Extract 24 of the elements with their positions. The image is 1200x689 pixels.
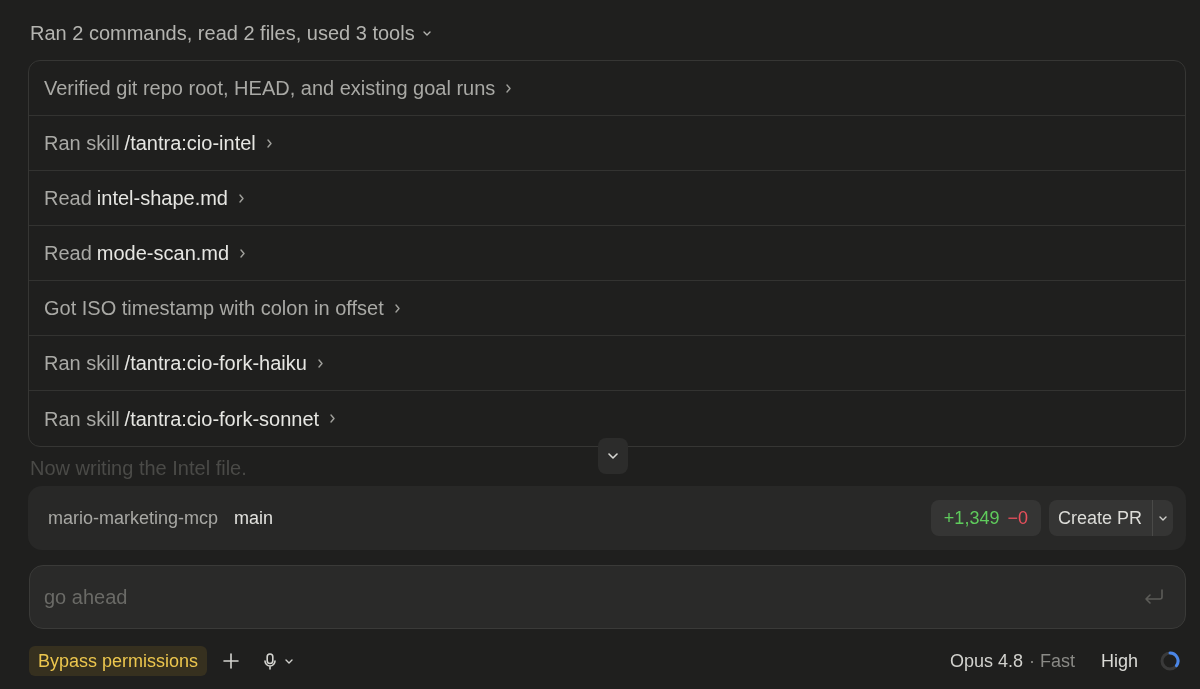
model-name[interactable]: Opus 4.8 <box>949 647 1023 675</box>
plus-icon[interactable] <box>223 653 240 669</box>
speed-mode: · Fast <box>1028 649 1075 673</box>
step-row[interactable]: Ran skill /tantra:cio-fork-haiku <box>29 336 1185 391</box>
step-row[interactable]: Ran skill /tantra:cio-intel <box>29 116 1185 171</box>
step-row[interactable]: Verified git repo root, HEAD, and existing goal runs <box>29 61 1185 116</box>
chevron-down-icon <box>1159 515 1167 521</box>
repo-name: mario-marketing-mcp <box>48 506 219 530</box>
microphone-icon[interactable] <box>264 652 277 670</box>
permission-mode-button[interactable]: Bypass permissions <box>29 646 208 676</box>
spinner-icon <box>1160 651 1180 671</box>
branch-name: main <box>234 506 274 530</box>
message-input[interactable]: go ahead <box>29 565 1186 629</box>
effort-level[interactable]: High <box>1100 647 1138 675</box>
scroll-down-button[interactable] <box>598 438 628 474</box>
step-row[interactable]: Ran skill /tantra:cio-fork-sonnet <box>29 391 1185 446</box>
summary-toggle[interactable]: Ran 2 commands, read 2 files, used 3 tools <box>28 19 431 47</box>
step-row[interactable]: Read mode-scan.md <box>29 226 1185 281</box>
chevron-down-icon[interactable] <box>285 658 294 664</box>
step-row[interactable]: Got ISO timestamp with colon in offset <box>29 281 1185 336</box>
step-row[interactable]: Read intel-shape.md <box>29 171 1185 226</box>
deletions-count: −0 <box>1007 506 1028 530</box>
additions-count: +1,349 <box>943 506 1000 530</box>
chevron-down-icon <box>608 453 618 459</box>
